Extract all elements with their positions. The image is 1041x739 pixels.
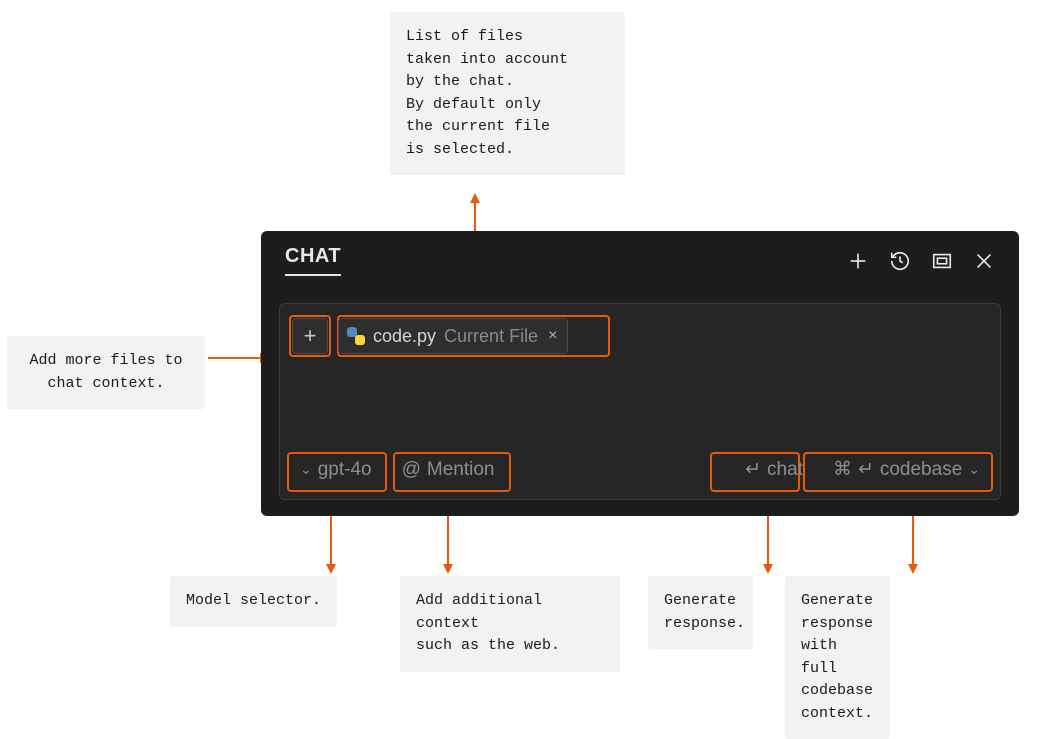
chat-panel: CHAT + code.py Current File [261,231,1019,516]
context-file-chip[interactable]: code.py Current File × [338,318,568,354]
callout-codebase: Generate response with full codebase con… [785,576,890,739]
history-button[interactable] [889,250,911,272]
mention-button[interactable]: @ Mention [392,453,505,487]
chat-bottom-row: ⌄ gpt-4o @ Mention ↵ chat ⌘ ↵ codebase ⌄ [290,452,990,487]
remove-context-file-button[interactable]: × [546,327,557,345]
send-chat-button[interactable]: ↵ chat [735,452,813,487]
new-chat-button[interactable] [847,250,869,272]
context-row: + code.py Current File × [292,318,568,354]
context-file-name: code.py [373,326,436,347]
callout-chat: Generate response. [648,576,753,649]
close-panel-button[interactable] [973,250,995,272]
layout-icon [931,250,953,272]
at-icon: @ [402,459,421,481]
history-icon [889,250,911,272]
mention-label: Mention [427,459,495,481]
chevron-down-icon: ⌄ [300,461,312,478]
callout-model: Model selector. [170,576,337,627]
send-codebase-label: codebase [880,459,962,481]
enter-key-icon: ↵ [858,458,874,481]
context-file-badge: Current File [444,326,538,347]
callout-files: List of files taken into account by the … [390,12,625,175]
model-selector-label: gpt-4o [318,459,372,481]
cmd-key-icon: ⌘ [833,458,852,481]
chat-input-area[interactable]: + code.py Current File × ⌄ gpt-4o @ Ment… [279,303,1001,500]
header-toolbar [847,250,995,272]
plus-icon [847,250,869,272]
callout-mention: Add additional context such as the web. [400,576,620,672]
chat-tab-title[interactable]: CHAT [285,245,341,276]
model-selector[interactable]: ⌄ gpt-4o [290,453,382,487]
layout-button[interactable] [931,250,953,272]
send-chat-label: chat [767,459,803,481]
close-icon [973,250,995,272]
callout-add-context: Add more files to chat context. [7,336,205,409]
enter-key-icon: ↵ [745,458,761,481]
send-codebase-button[interactable]: ⌘ ↵ codebase ⌄ [823,452,990,487]
chevron-down-icon: ⌄ [968,461,980,478]
chat-header: CHAT [261,231,1019,276]
add-context-button[interactable]: + [292,318,328,354]
python-file-icon [347,327,365,345]
